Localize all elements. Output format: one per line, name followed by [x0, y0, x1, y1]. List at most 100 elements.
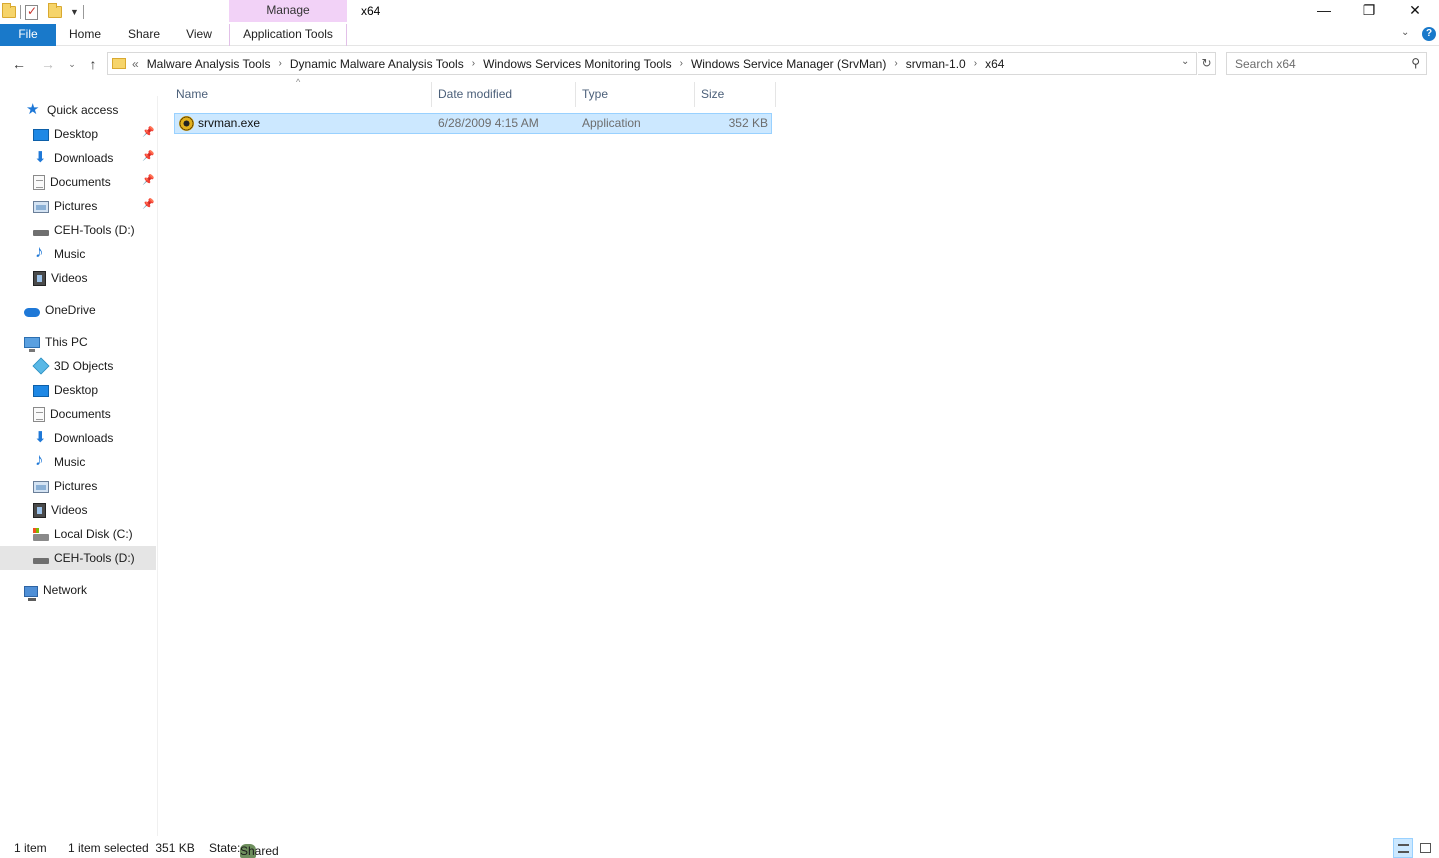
nav-label: Music [54, 455, 86, 469]
nav-pc-local-disk-c[interactable]: Local Disk (C:) [0, 522, 156, 546]
chevron-right-icon[interactable]: › [974, 58, 977, 69]
tab-view[interactable]: View [178, 24, 220, 46]
computer-icon [24, 337, 40, 352]
videos-icon [33, 502, 46, 518]
title-bar: ▼ Manage x64 — ❐ ✕ [0, 0, 1439, 24]
quick-access-toolbar: ▼ [2, 3, 84, 21]
chevron-right-icon[interactable]: › [894, 58, 897, 69]
pin-icon[interactable]: 📌 [142, 127, 154, 138]
nav-label: 3D Objects [54, 359, 114, 373]
breadcrumb-item[interactable]: Malware Analysis Tools [147, 57, 271, 71]
drive-icon [33, 558, 49, 564]
new-folder-icon[interactable] [48, 3, 62, 18]
nav-pc-ceh-tools[interactable]: CEH-Tools (D:) [0, 546, 156, 570]
nav-pc-pictures[interactable]: Pictures [0, 474, 156, 498]
nav-label: Documents [50, 175, 111, 189]
chevron-right-icon[interactable]: › [279, 58, 282, 69]
nav-qa-documents[interactable]: Documents 📌 [0, 170, 156, 194]
nav-label: Pictures [54, 479, 98, 493]
nav-label: CEH-Tools (D:) [54, 223, 135, 237]
file-row[interactable]: srvman.exe 6/28/2009 4:15 AM Application… [174, 113, 772, 134]
pin-icon[interactable]: 📌 [142, 175, 154, 186]
breadcrumb-overflow[interactable]: « [132, 57, 139, 71]
nav-qa-ceh-tools[interactable]: CEH-Tools (D:) [0, 218, 156, 242]
nav-pc-videos[interactable]: Videos [0, 498, 156, 522]
music-icon [33, 450, 49, 470]
nav-qa-music[interactable]: Music [0, 242, 156, 266]
column-header-type[interactable]: Type [576, 82, 695, 107]
details-view-button[interactable] [1393, 838, 1413, 858]
desktop-icon [33, 129, 49, 141]
recent-locations-icon[interactable]: ⌄ [62, 55, 82, 73]
windows-drive-icon [33, 527, 49, 541]
file-date-modified: 6/28/2009 4:15 AM [438, 116, 539, 130]
nav-qa-desktop[interactable]: Desktop 📌 [0, 122, 156, 146]
tab-application-tools[interactable]: Application Tools [229, 24, 347, 46]
documents-icon [33, 174, 45, 190]
column-header-date-modified[interactable]: Date modified [432, 82, 576, 107]
nav-label: Desktop [54, 383, 99, 397]
properties-icon[interactable] [25, 4, 38, 20]
nav-network[interactable]: Network [0, 578, 156, 602]
help-icon[interactable]: ? [1422, 27, 1436, 41]
column-header-size[interactable]: Size [695, 82, 776, 107]
refresh-icon[interactable]: ↻ [1198, 52, 1216, 75]
nav-qa-downloads[interactable]: Downloads 📌 [0, 146, 156, 170]
tab-share[interactable]: Share [121, 24, 167, 46]
nav-label: Music [54, 247, 86, 261]
selection-info: 1 item selected 351 KB [68, 841, 195, 855]
tab-file[interactable]: File [0, 24, 56, 46]
maximize-button[interactable]: ❐ [1346, 0, 1392, 22]
window-title: x64 [361, 4, 381, 18]
large-icons-view-icon [1420, 843, 1431, 853]
nav-qa-videos[interactable]: Videos [0, 266, 156, 290]
nav-label: Documents [50, 407, 111, 421]
chevron-right-icon[interactable]: › [680, 58, 683, 69]
tab-home[interactable]: Home [62, 24, 108, 46]
nav-pc-documents[interactable]: Documents [0, 402, 156, 426]
breadcrumb-item[interactable]: srvman-1.0 [906, 57, 966, 71]
close-button[interactable]: ✕ [1392, 0, 1438, 22]
manage-context-tab[interactable]: Manage [229, 0, 347, 22]
nav-pc-downloads[interactable]: Downloads [0, 426, 156, 450]
state-value-text: Shared [240, 844, 279, 858]
downloads-icon [33, 148, 49, 166]
application-gear-icon [179, 116, 194, 131]
breadcrumb-item[interactable]: Windows Service Manager (SrvMan) [691, 57, 886, 71]
nav-pc-desktop[interactable]: Desktop [0, 378, 156, 402]
nav-this-pc[interactable]: This PC [0, 330, 156, 354]
nav-qa-pictures[interactable]: Pictures 📌 [0, 194, 156, 218]
breadcrumb-item[interactable]: Dynamic Malware Analysis Tools [290, 57, 464, 71]
search-box[interactable]: ⚲ [1226, 52, 1427, 75]
up-arrow-icon[interactable]: ↑ [83, 55, 103, 73]
nav-label: Local Disk (C:) [54, 527, 133, 541]
breadcrumb-item[interactable]: Windows Services Monitoring Tools [483, 57, 672, 71]
customize-toolbar-icon[interactable]: ▼ [70, 7, 79, 17]
pin-icon[interactable]: 📌 [142, 199, 154, 210]
forward-arrow-icon[interactable]: → [38, 55, 58, 73]
nav-quick-access[interactable]: Quick access [0, 98, 156, 122]
nav-pc-3d-objects[interactable]: 3D Objects [0, 354, 156, 378]
large-icons-view-button[interactable] [1415, 838, 1435, 858]
back-arrow-icon[interactable]: ← [9, 55, 29, 73]
breadcrumb-item[interactable]: x64 [985, 57, 1004, 71]
search-input[interactable] [1227, 53, 1397, 74]
column-header-name[interactable]: Name [170, 82, 432, 107]
expand-ribbon-icon[interactable]: ⌄ [1401, 27, 1409, 38]
minimize-button[interactable]: — [1301, 0, 1347, 22]
pictures-icon [33, 201, 49, 213]
folder-icon[interactable] [2, 3, 16, 18]
address-bar[interactable]: « Malware Analysis Tools › Dynamic Malwa… [107, 52, 1197, 75]
nav-label: CEH-Tools (D:) [54, 551, 135, 565]
nav-onedrive[interactable]: OneDrive [0, 298, 156, 322]
search-icon[interactable]: ⚲ [1411, 56, 1420, 70]
pin-icon[interactable]: 📌 [142, 151, 154, 162]
nav-pc-music[interactable]: Music [0, 450, 156, 474]
ribbon-tabs: File Home Share View Application Tools ⌄ [0, 24, 1439, 46]
chevron-right-icon[interactable]: › [472, 58, 475, 69]
nav-label: Videos [51, 271, 88, 285]
documents-icon [33, 406, 45, 422]
cloud-icon [24, 307, 40, 317]
address-dropdown-icon[interactable]: ⌄ [1181, 56, 1189, 67]
state-label: State: [209, 841, 241, 855]
